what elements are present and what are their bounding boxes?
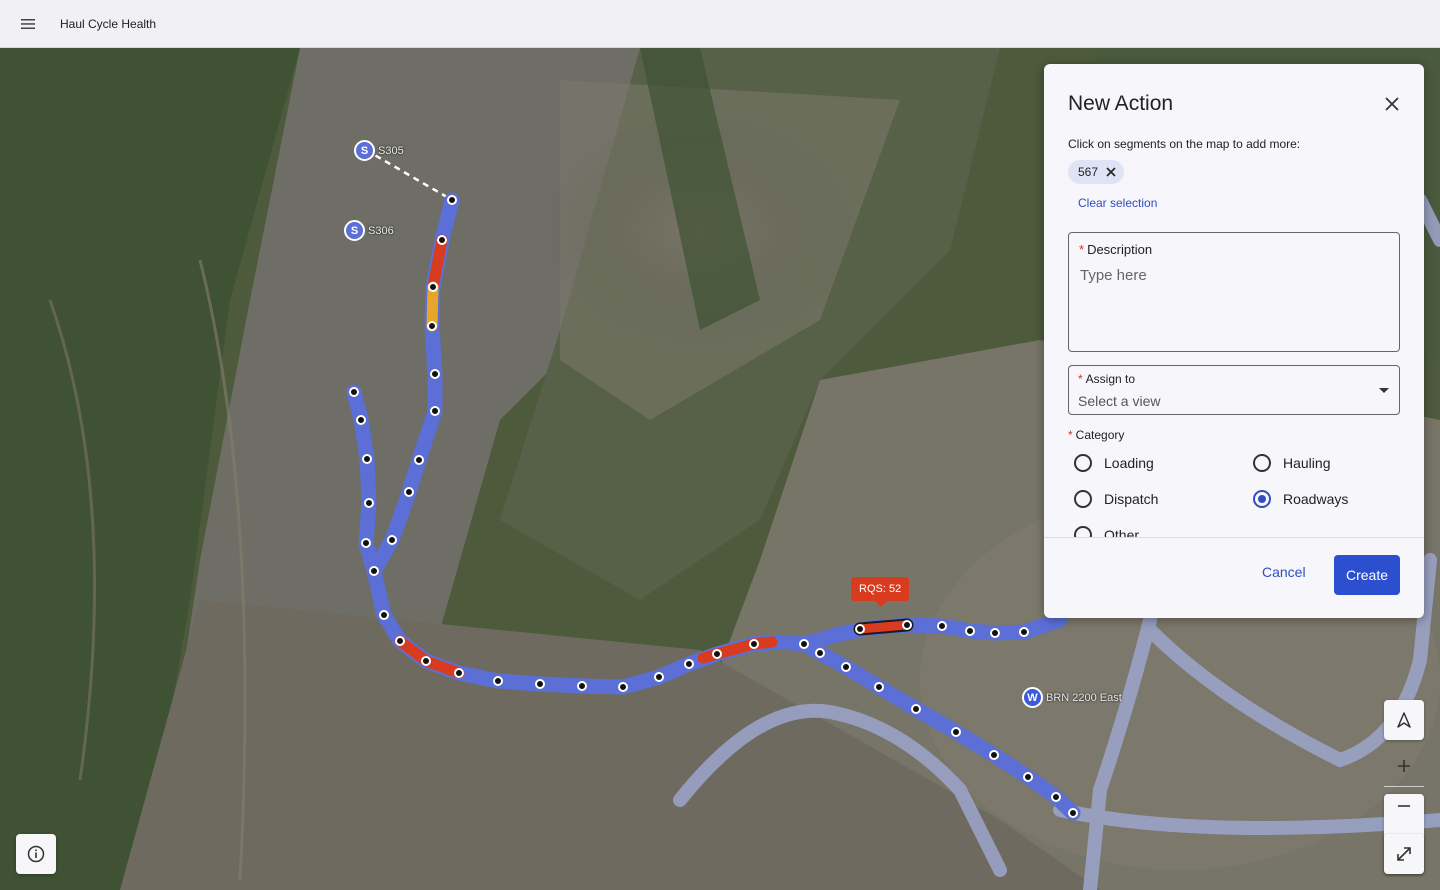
assign-label-text: Assign to bbox=[1085, 372, 1136, 386]
shovel-marker-s306[interactable]: S S306 bbox=[344, 220, 394, 241]
radio-label: Roadways bbox=[1283, 491, 1349, 507]
info-button[interactable] bbox=[16, 834, 56, 874]
radio-label: Dispatch bbox=[1104, 491, 1159, 507]
minus-icon bbox=[1398, 805, 1410, 807]
dialog-title: New Action bbox=[1068, 92, 1174, 115]
radio-dispatch[interactable]: Dispatch bbox=[1074, 490, 1158, 508]
radio-other[interactable]: Other bbox=[1074, 526, 1139, 537]
assign-to-select[interactable]: * Assign to Select a view bbox=[1068, 365, 1400, 415]
marker-label: S306 bbox=[368, 224, 394, 237]
marker-badge: S bbox=[354, 140, 375, 161]
description-field[interactable]: * Description Type here bbox=[1068, 232, 1400, 352]
radio-label: Hauling bbox=[1283, 455, 1331, 471]
fullscreen-button[interactable] bbox=[1384, 834, 1424, 874]
required-asterisk: * bbox=[1079, 242, 1085, 257]
waypoint-marker-brn-2200-east[interactable]: W BRN 2200 East bbox=[1022, 687, 1122, 708]
info-icon bbox=[27, 845, 45, 863]
chevron-down-icon bbox=[1379, 388, 1389, 393]
compass-button[interactable] bbox=[1384, 700, 1424, 740]
rqs-tooltip: RQS: 52 bbox=[851, 577, 910, 607]
segment-instructions: Click on segments on the map to add more… bbox=[1068, 137, 1301, 151]
radio-hauling[interactable]: Hauling bbox=[1253, 454, 1330, 472]
radio-circle bbox=[1074, 454, 1092, 472]
radio-label: Other bbox=[1104, 527, 1140, 537]
plus-icon bbox=[1398, 760, 1410, 772]
zoom-in-button[interactable] bbox=[1384, 746, 1424, 786]
marker-badge: W bbox=[1022, 687, 1043, 708]
radio-label: Loading bbox=[1104, 455, 1154, 471]
required-asterisk: * bbox=[1078, 372, 1083, 386]
description-label-text: Description bbox=[1087, 242, 1153, 257]
chip-label: 567 bbox=[1078, 165, 1099, 179]
radio-circle bbox=[1074, 490, 1092, 508]
radio-loading[interactable]: Loading bbox=[1074, 454, 1154, 472]
navigation-arrow-icon bbox=[1397, 712, 1411, 728]
category-label-text: Category bbox=[1075, 428, 1125, 442]
required-asterisk: * bbox=[1068, 428, 1073, 442]
expand-icon bbox=[1397, 847, 1411, 861]
hamburger-menu-icon bbox=[21, 18, 35, 29]
marker-badge: S bbox=[344, 220, 365, 241]
description-label: * Description bbox=[1079, 242, 1152, 257]
app-title: Haul Cycle Health bbox=[60, 16, 157, 31]
top-app-bar: Haul Cycle Health bbox=[0, 0, 1440, 48]
description-placeholder: Type here bbox=[1080, 267, 1147, 284]
new-action-dialog: New Action Click on segments on the map … bbox=[1044, 64, 1424, 618]
clear-selection-link[interactable]: Clear selection bbox=[1078, 196, 1157, 210]
segment-chip[interactable]: 567 bbox=[1068, 160, 1125, 184]
marker-label: BRN 2200 East bbox=[1046, 691, 1122, 704]
create-button[interactable]: Create bbox=[1334, 555, 1400, 595]
close-icon bbox=[1385, 97, 1399, 111]
assign-placeholder: Select a view bbox=[1078, 393, 1161, 409]
close-button[interactable] bbox=[1382, 94, 1402, 114]
footer-divider bbox=[1044, 537, 1424, 538]
cancel-button[interactable]: Cancel bbox=[1262, 564, 1306, 580]
zoom-out-button[interactable] bbox=[1384, 786, 1424, 826]
radio-circle bbox=[1074, 526, 1092, 537]
marker-label: S305 bbox=[378, 144, 404, 157]
assign-label: * Assign to bbox=[1078, 372, 1135, 386]
remove-chip-icon[interactable] bbox=[1106, 167, 1116, 177]
radio-circle-selected bbox=[1253, 490, 1271, 508]
category-radio-group: Loading Hauling Dispatch Roadways Other bbox=[1044, 444, 1424, 537]
menu-button[interactable] bbox=[0, 0, 56, 48]
radio-roadways[interactable]: Roadways bbox=[1253, 490, 1348, 508]
radio-circle bbox=[1253, 454, 1271, 472]
category-label: * Category bbox=[1068, 428, 1124, 442]
shovel-marker-s305[interactable]: S S305 bbox=[354, 140, 404, 161]
